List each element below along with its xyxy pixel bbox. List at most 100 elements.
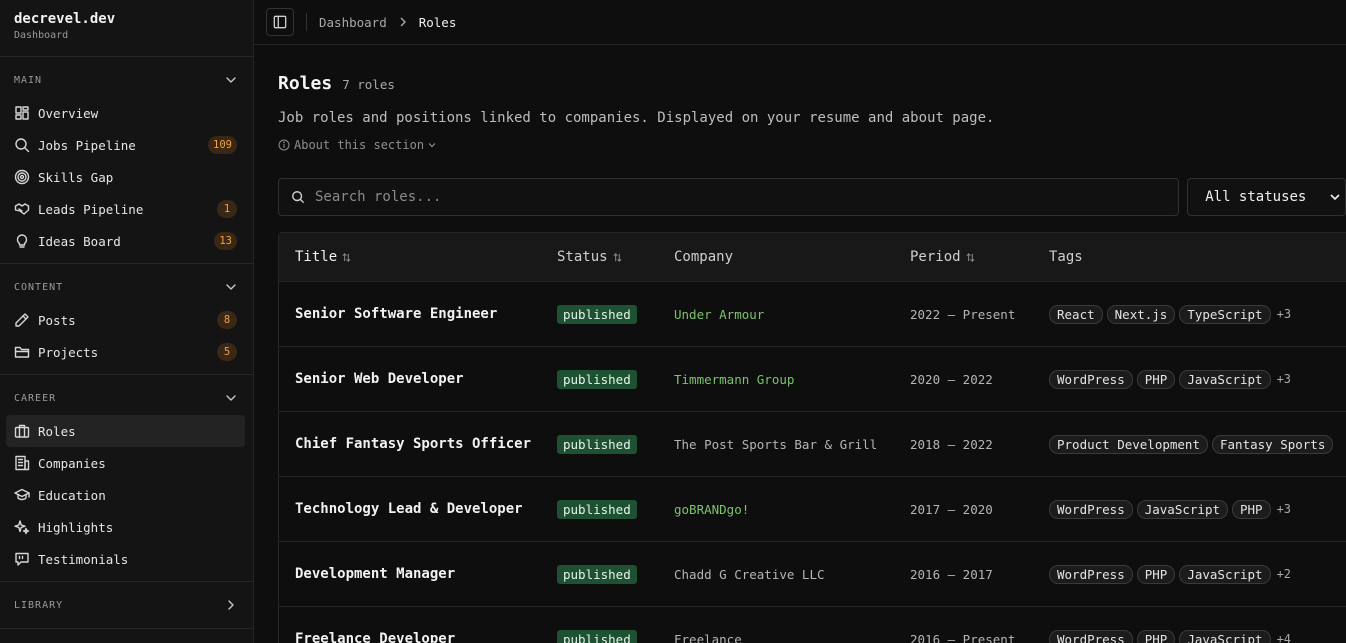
section-toggle-main[interactable]: MAIN: [0, 63, 253, 97]
sidebar-item-label: Highlights: [38, 519, 114, 535]
nav-section-career: CAREER Roles Companies Education Highlig…: [0, 375, 253, 582]
chevron-right-icon: [228, 600, 234, 610]
roles-count: 7 roles: [342, 77, 395, 92]
role-title[interactable]: Senior Software Engineer: [279, 306, 557, 322]
sidebar-item-jobs-pipeline[interactable]: Jobs Pipeline 109: [6, 129, 245, 161]
status-cell: published: [557, 499, 674, 519]
chevron-down-icon: [1330, 194, 1340, 201]
page-description: Job roles and positions linked to compan…: [278, 110, 995, 126]
table-row[interactable]: Senior Software Engineer published Under…: [279, 282, 1346, 347]
status-badge: published: [557, 370, 637, 389]
section-toggle-career[interactable]: CAREER: [0, 381, 253, 415]
role-title[interactable]: Development Manager: [279, 566, 557, 582]
more-tags-count: +3: [1276, 502, 1292, 516]
column-title[interactable]: Title: [279, 249, 557, 265]
table-row[interactable]: Chief Fantasy Sports Officer published T…: [279, 412, 1346, 477]
tag-chip: TypeScript: [1179, 304, 1271, 324]
company-name: Chadd G Creative LLC: [674, 566, 825, 582]
table-row[interactable]: Senior Web Developer published Timmerman…: [279, 347, 1346, 412]
tag-chip: PHP: [1136, 629, 1176, 643]
sidebar-item-companies[interactable]: Companies: [6, 447, 245, 479]
search-icon: [15, 138, 30, 153]
role-title[interactable]: Technology Lead & Developer: [279, 501, 557, 517]
nav-section-main: MAIN Overview Jobs Pipeline 109 Skills G…: [0, 57, 253, 264]
period: 2018 – 2022: [910, 436, 993, 452]
status-cell: published: [557, 564, 674, 584]
tag-chip: JavaScript: [1179, 629, 1271, 643]
status-filter-value: All statuses: [1205, 189, 1307, 205]
sidebar-item-leads-pipeline[interactable]: Leads Pipeline 1: [6, 193, 245, 225]
sidebar-item-ideas-board[interactable]: Ideas Board 13: [6, 225, 245, 257]
column-tags-label: Tags: [1049, 249, 1083, 265]
brand-subtitle: Dashboard: [14, 30, 69, 41]
sidebar-item-projects[interactable]: Projects 5: [6, 336, 245, 368]
company-name: Freelance: [674, 631, 742, 643]
column-period[interactable]: Period: [910, 249, 1049, 265]
status-cell: published: [557, 369, 674, 389]
tag-chip: WordPress: [1049, 629, 1133, 643]
column-tags: Tags: [1049, 249, 1083, 265]
count-badge: 5: [217, 343, 237, 361]
section-title: CAREER: [14, 392, 57, 404]
count-badge: 1: [217, 200, 237, 218]
period: 2016 – 2017: [910, 566, 993, 582]
brand[interactable]: decrevel.dev Dashboard: [0, 0, 253, 57]
breadcrumb-dashboard[interactable]: Dashboard: [319, 15, 387, 30]
folder-icon: [14, 346, 30, 358]
more-tags-count: +3: [1276, 307, 1292, 321]
role-title[interactable]: Freelance Developer: [279, 631, 557, 643]
sidebar-item-overview[interactable]: Overview: [6, 97, 245, 129]
panel-left-icon: [273, 15, 287, 29]
company-name[interactable]: Under Armour: [674, 307, 910, 322]
section-title: LIBRARY: [14, 599, 64, 611]
sidebar-item-label: Companies: [38, 455, 106, 471]
sidebar-item-testimonials[interactable]: Testimonials: [6, 543, 245, 575]
status-badge: published: [557, 565, 637, 584]
column-company: Company: [674, 249, 910, 265]
sort-icon: [342, 252, 351, 262]
briefcase-icon: [14, 424, 30, 438]
brand-name: decrevel.dev: [14, 11, 116, 27]
status-filter-select[interactable]: All statuses: [1187, 178, 1346, 216]
topbar: Dashboard Roles: [254, 0, 1346, 45]
tag-chip: JavaScript: [1179, 369, 1271, 389]
tags-cell: Product Development Fantasy Sports: [1049, 434, 1337, 454]
tag-chip: PHP: [1232, 499, 1271, 519]
about-section-toggle[interactable]: About this section: [278, 138, 1346, 152]
role-title[interactable]: Chief Fantasy Sports Officer: [279, 436, 557, 452]
sidebar-item-label: Jobs Pipeline: [38, 137, 136, 153]
status-badge: published: [557, 435, 637, 454]
period: 2016 – Present: [910, 631, 1016, 643]
tag-chip: PHP: [1136, 369, 1176, 389]
sidebar-item-label: Overview: [38, 105, 99, 121]
sidebar-item-label: Ideas Board: [38, 233, 121, 249]
section-toggle-content[interactable]: CONTENT: [0, 270, 253, 304]
company-name[interactable]: Timmermann Group: [674, 372, 910, 387]
section-toggle-library[interactable]: LIBRARY: [0, 588, 253, 622]
sidebar-toggle-button[interactable]: [266, 8, 294, 36]
breadcrumb-current: Roles: [418, 14, 457, 30]
column-status-label: Status: [557, 249, 608, 265]
sidebar-item-label: Leads Pipeline: [38, 201, 144, 217]
table-row[interactable]: Development Manager published Chadd G Cr…: [279, 542, 1346, 607]
company-name[interactable]: goBRANDgo!: [674, 502, 910, 517]
sidebar-item-education[interactable]: Education: [6, 479, 245, 511]
sidebar-item-skills-gap[interactable]: Skills Gap: [6, 161, 245, 193]
chevron-right-icon: [400, 17, 406, 27]
more-tags-count: +3: [1276, 372, 1292, 386]
search-input[interactable]: [315, 189, 1175, 205]
nav-section-content: CONTENT Posts 8 Projects 5: [0, 264, 253, 375]
chevron-down-icon: [226, 395, 236, 401]
table-row[interactable]: Freelance Developer published Freelance …: [279, 607, 1346, 643]
about-section-label: About this section: [294, 138, 425, 152]
tag-chip: Next.js: [1106, 304, 1176, 324]
sidebar-item-posts[interactable]: Posts 8: [6, 304, 245, 336]
sidebar-item-roles[interactable]: Roles: [6, 415, 245, 447]
column-status[interactable]: Status: [557, 249, 674, 265]
company-name: The Post Sports Bar & Grill: [674, 436, 878, 452]
graduation-cap-icon: [14, 488, 30, 501]
status-cell: published: [557, 304, 674, 324]
role-title[interactable]: Senior Web Developer: [279, 371, 557, 387]
sidebar-item-highlights[interactable]: Highlights: [6, 511, 245, 543]
table-row[interactable]: Technology Lead & Developer published go…: [279, 477, 1346, 542]
